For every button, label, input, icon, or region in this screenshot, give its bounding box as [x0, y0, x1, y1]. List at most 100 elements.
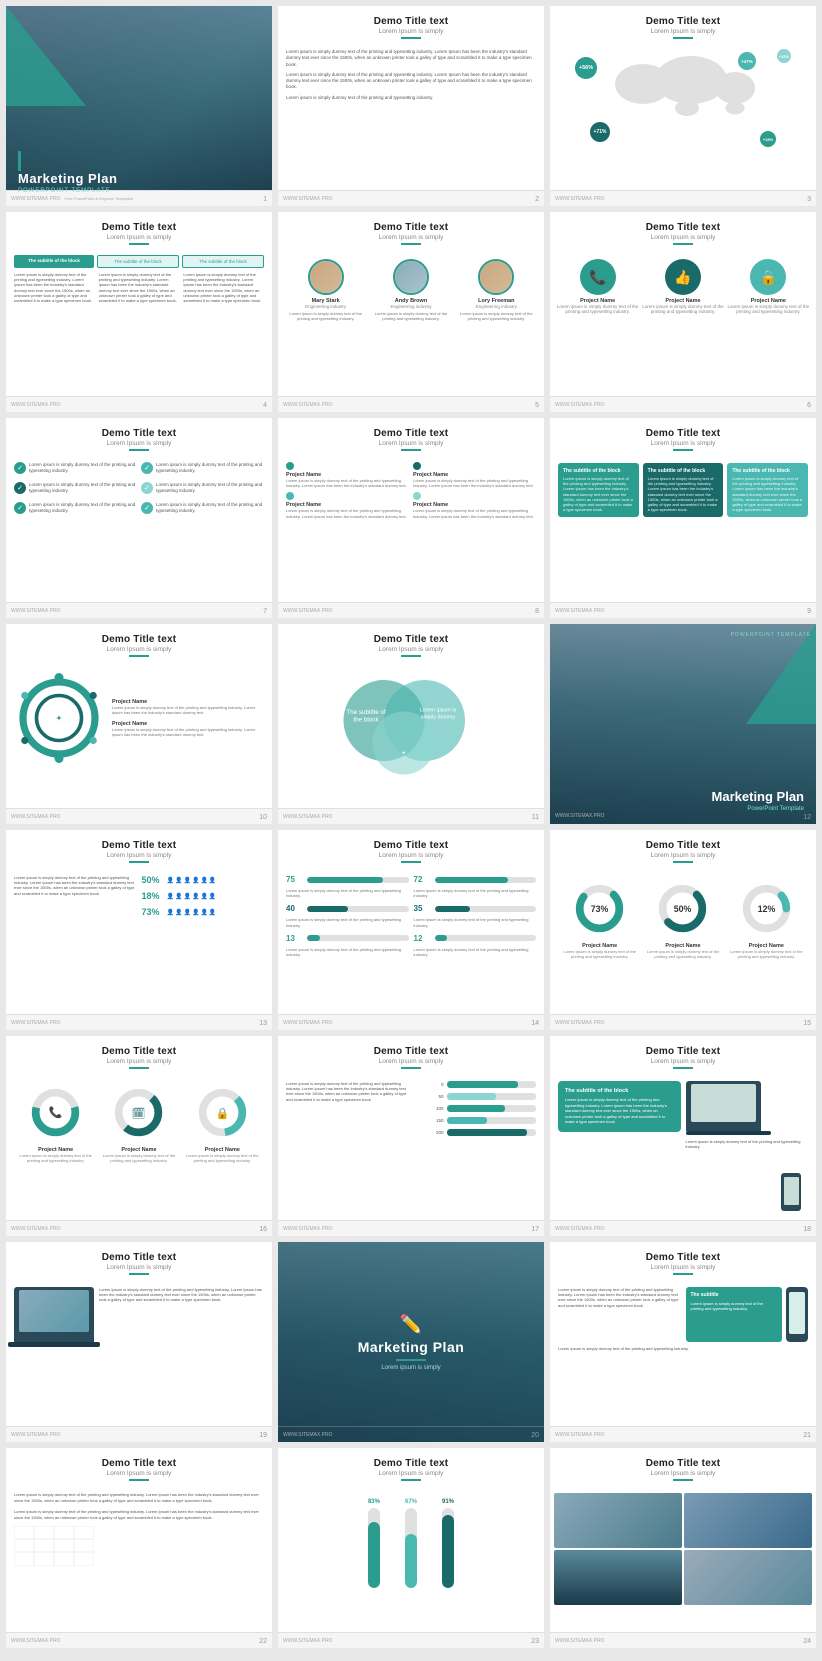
- hbar-row-4: 150: [414, 1117, 537, 1124]
- slide-9-title: Demo Title text Lorem Ipsum is simply: [550, 418, 816, 459]
- slide-18[interactable]: Demo Title text Lorem Ipsum is simply Th…: [550, 1036, 816, 1236]
- teal-box-title: The subtitle of the block: [565, 1088, 674, 1094]
- project-3: Project Name Lorem ipsum is simply dummy…: [286, 492, 409, 518]
- slide-19[interactable]: Demo Title text Lorem Ipsum is simply Lo…: [6, 1242, 272, 1442]
- phone-screen-img: [789, 1292, 805, 1334]
- slide-footer: WWW.SITEMAX.PRO 15: [550, 1014, 816, 1030]
- venn-area: The subtitle of the block Lorem ipsum is…: [278, 665, 544, 785]
- person-active: 👤: [167, 877, 174, 884]
- slide-11[interactable]: Demo Title text Lorem Ipsum is simply Th…: [278, 624, 544, 824]
- tab-3[interactable]: The subtitle of the block: [182, 255, 264, 268]
- list-icon-4: ✓: [141, 482, 153, 494]
- cover2-subtitle: PowerPoint Template: [712, 806, 804, 812]
- slide-num: 7: [263, 608, 267, 615]
- proj-dot-4: [413, 492, 421, 500]
- slide-4[interactable]: Demo Title text Lorem Ipsum is simply Th…: [6, 212, 272, 412]
- slide-5[interactable]: Demo Title text Lorem Ipsum is simply Ma…: [278, 212, 544, 412]
- hbar-label-4: 150: [414, 1118, 444, 1123]
- slide-num: 21: [803, 1432, 811, 1439]
- hbar-label-1: 0: [414, 1082, 444, 1087]
- donut-icons-row: 📞 Project Name Lorem ipsum is simply dum…: [6, 1077, 272, 1167]
- slide-num: 8: [535, 608, 539, 615]
- slide-subtitle-text: Lorem Ipsum is simply: [550, 1058, 816, 1065]
- title-underline: [129, 1479, 149, 1481]
- slide-1[interactable]: Marketing Plan PowerPoint Template WWW.S…: [6, 6, 272, 206]
- slides-grid: Marketing Plan PowerPoint Template WWW.S…: [0, 0, 822, 1654]
- list-item-3: ✓ Lorem ipsum is simply dummy text of th…: [14, 482, 137, 494]
- slide-21[interactable]: Demo Title text Lorem Ipsum is simply Lo…: [550, 1242, 816, 1442]
- footer-text: WWW.SITEMAX.PRO: [555, 402, 604, 408]
- slide-16[interactable]: Demo Title text Lorem Ipsum is simply 📞 …: [6, 1036, 272, 1236]
- proj-dot-1: [286, 462, 294, 470]
- slide-6[interactable]: Demo Title text Lorem Ipsum is simply 📞 …: [550, 212, 816, 412]
- title-underline: [129, 861, 149, 863]
- slide-15[interactable]: Demo Title text Lorem Ipsum is simply 73…: [550, 830, 816, 1030]
- body-text: Lorem ipsum is simply dummy text of the …: [278, 47, 544, 70]
- pb-fill-1b: [307, 906, 348, 912]
- slide-17-title: Demo Title text Lorem Ipsum is simply: [278, 1036, 544, 1077]
- list-icon-2: ✓: [141, 462, 153, 474]
- slide-24[interactable]: Demo Title text Lorem Ipsum is simply WW…: [550, 1448, 816, 1648]
- slide-14[interactable]: Demo Title text Lorem Ipsum is simply 75…: [278, 830, 544, 1030]
- pb-row-1c: 13: [286, 934, 409, 943]
- pb-bg-1a: [307, 877, 409, 883]
- slide-subtitle-text: Lorem Ipsum is simply: [278, 28, 544, 35]
- slide-footer: WWW.SITEMAX.PRO 13: [6, 1014, 272, 1030]
- slide-8[interactable]: Demo Title text Lorem Ipsum is simply Pr…: [278, 418, 544, 618]
- donut-svg-1: 73%: [572, 881, 627, 936]
- member-desc-3: Lorem ipsum is simply dummy text of the …: [454, 311, 539, 321]
- slide-13[interactable]: Demo Title text Lorem Ipsum is simply Lo…: [6, 830, 272, 1030]
- slide-2[interactable]: Demo Title text Lorem Ipsum is simply Lo…: [278, 6, 544, 206]
- slide-8-title: Demo Title text Lorem Ipsum is simply: [278, 418, 544, 459]
- slide-num: 3: [807, 196, 811, 203]
- slide-7[interactable]: Demo Title text Lorem Ipsum is simply ✓ …: [6, 418, 272, 618]
- footer-text: WWW.SITEMAX.PRO: [283, 1638, 332, 1644]
- list-text-3: Lorem ipsum is simply dummy text of the …: [29, 482, 137, 494]
- hbar-bg-1: [447, 1081, 537, 1088]
- col-1-text: Lorem ipsum is simply dummy text of the …: [14, 272, 95, 303]
- circle-text-1: Project Name Lorem ipsum is simply dummy…: [112, 699, 264, 715]
- slide-9[interactable]: Demo Title text Lorem Ipsum is simply Th…: [550, 418, 816, 618]
- ptb-title: The subtitle: [691, 1292, 778, 1299]
- list-item-5: ✓ Lorem ipsum is simply dummy text of th…: [14, 502, 137, 514]
- slide-num: 19: [259, 1432, 267, 1439]
- slide-footer: WWW.SITEMAX.PRO 4: [6, 396, 272, 412]
- slide-num: 10: [259, 814, 267, 821]
- slide-20[interactable]: ✏️ Marketing Plan Lorem ipsum is simply …: [278, 1242, 544, 1442]
- slide-17[interactable]: Demo Title text Lorem Ipsum is simply Lo…: [278, 1036, 544, 1236]
- slide-subtitle-text: Lorem Ipsum is simply: [550, 440, 816, 447]
- people-icons-1: 👤👤👤👤👤👤: [167, 877, 217, 884]
- title-underline: [673, 37, 693, 39]
- slide-3[interactable]: Demo Title text Lorem Ipsum is simply +5…: [550, 6, 816, 206]
- slide-23[interactable]: Demo Title text Lorem Ipsum is simply 83…: [278, 1448, 544, 1648]
- cover3-underline: [396, 1359, 426, 1361]
- pencil-icon: ✏️: [358, 1314, 465, 1335]
- slide-3-title: Demo Title text Lorem Ipsum is simply: [550, 6, 816, 47]
- donut-sub-2: Lorem ipsum is simply dummy text of the …: [641, 949, 724, 959]
- stats-people-area: Lorem ipsum is simply dummy text of the …: [6, 871, 272, 927]
- accent-bar: [18, 151, 21, 171]
- tab-1[interactable]: The subtitle of the block: [14, 255, 94, 268]
- slide-footer: WWW.SITEMAX.PRO 21: [550, 1426, 816, 1442]
- slide-12[interactable]: PowerPoint Template Marketing Plan Power…: [550, 624, 816, 824]
- img-cell-2: [684, 1493, 812, 1548]
- block-text-2: Lorem ipsum is simply dummy text of the …: [648, 476, 719, 512]
- hbar-bg-2: [447, 1093, 537, 1100]
- slide-22[interactable]: Demo Title text Lorem Ipsum is simply Lo…: [6, 1448, 272, 1648]
- slide-10[interactable]: Demo Title text Lorem Ipsum is simply ✦: [6, 624, 272, 824]
- slide-title-text: Demo Title text: [278, 634, 544, 645]
- title-underline: [673, 1479, 693, 1481]
- proj-dot-3: [286, 492, 294, 500]
- tab-2[interactable]: The subtitle of the block: [97, 255, 179, 268]
- blocks-grid: The subtitle of the block Lorem ipsum is…: [550, 459, 816, 521]
- grid-decoration: [6, 1523, 272, 1574]
- stat-badge-4: +71%: [590, 122, 610, 142]
- donut-sub-1: Lorem ipsum is simply dummy text of the …: [558, 949, 641, 959]
- ring-svg: ✦: [14, 673, 104, 763]
- pb-desc-2a: Lorem ipsum is simply dummy text of the …: [414, 888, 537, 898]
- proj-desc-3: Lorem ipsum is simply dummy text of the …: [286, 508, 409, 518]
- member-role-1: Engineering industry: [283, 304, 368, 309]
- svg-text:🔒: 🔒: [215, 1107, 229, 1120]
- svg-text:Lorem ipsum is: Lorem ipsum is: [420, 708, 457, 714]
- title-underline: [401, 449, 421, 451]
